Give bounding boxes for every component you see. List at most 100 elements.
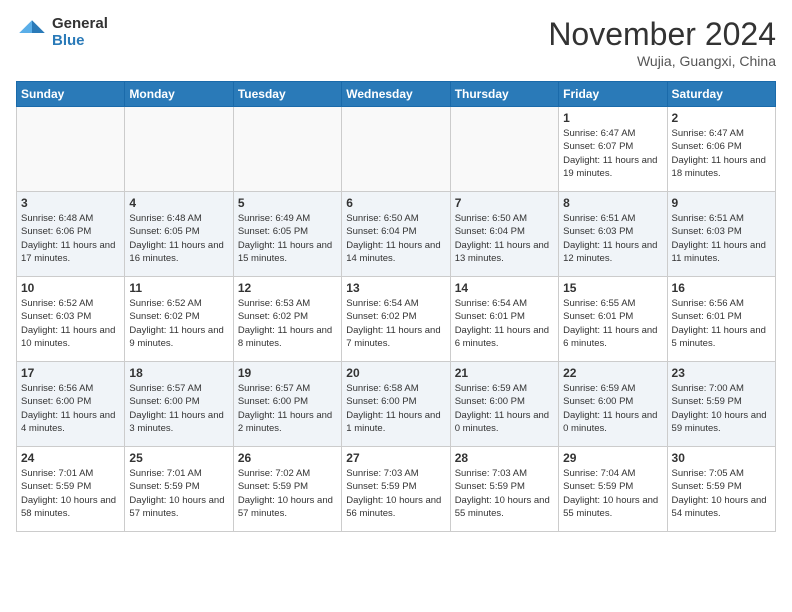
day-detail: Sunrise: 7:01 AM Sunset: 5:59 PM Dayligh… (21, 467, 120, 520)
calendar-cell: 29 Sunrise: 7:04 AM Sunset: 5:59 PM Dayli… (559, 447, 667, 532)
day-number: 25 (129, 451, 228, 465)
day-number: 19 (238, 366, 337, 380)
day-detail: Sunrise: 6:47 AM Sunset: 6:06 PM Dayligh… (672, 127, 771, 180)
day-number: 10 (21, 281, 120, 295)
day-detail: Sunrise: 6:48 AM Sunset: 6:06 PM Dayligh… (21, 212, 120, 265)
day-detail: Sunrise: 7:04 AM Sunset: 5:59 PM Dayligh… (563, 467, 662, 520)
day-number: 3 (21, 196, 120, 210)
day-number: 17 (21, 366, 120, 380)
day-detail: Sunrise: 6:57 AM Sunset: 6:00 PM Dayligh… (129, 382, 228, 435)
day-detail: Sunrise: 6:55 AM Sunset: 6:01 PM Dayligh… (563, 297, 662, 350)
calendar-cell: 5 Sunrise: 6:49 AM Sunset: 6:05 PM Daylig… (233, 192, 341, 277)
calendar-cell: 4 Sunrise: 6:48 AM Sunset: 6:05 PM Daylig… (125, 192, 233, 277)
day-detail: Sunrise: 6:56 AM Sunset: 6:00 PM Dayligh… (21, 382, 120, 435)
logo-icon (16, 17, 48, 49)
day-number: 30 (672, 451, 771, 465)
calendar-header-sunday: Sunday (17, 82, 125, 107)
day-detail: Sunrise: 6:51 AM Sunset: 6:03 PM Dayligh… (672, 212, 771, 265)
calendar-cell: 23 Sunrise: 7:00 AM Sunset: 5:59 PM Dayli… (667, 362, 775, 447)
calendar-cell: 30Sunrise: 7:05 AM Sunset: 5:59 PM Dayli… (667, 447, 775, 532)
day-detail: Sunrise: 7:03 AM Sunset: 5:59 PM Dayligh… (455, 467, 554, 520)
day-detail: Sunrise: 6:50 AM Sunset: 6:04 PM Dayligh… (346, 212, 445, 265)
page-header: General Blue November 2024 Wujia, Guangx… (16, 16, 776, 69)
calendar-table: SundayMondayTuesdayWednesdayThursdayFrid… (16, 81, 776, 532)
day-number: 8 (563, 196, 662, 210)
day-detail: Sunrise: 6:51 AM Sunset: 6:03 PM Dayligh… (563, 212, 662, 265)
calendar-cell: 18 Sunrise: 6:57 AM Sunset: 6:00 PM Dayli… (125, 362, 233, 447)
day-number: 18 (129, 366, 228, 380)
day-number: 11 (129, 281, 228, 295)
day-detail: Sunrise: 6:59 AM Sunset: 6:00 PM Dayligh… (455, 382, 554, 435)
day-detail: Sunrise: 6:53 AM Sunset: 6:02 PM Dayligh… (238, 297, 337, 350)
calendar-week-4: 17 Sunrise: 6:56 AM Sunset: 6:00 PM Dayli… (17, 362, 776, 447)
day-number: 16 (672, 281, 771, 295)
day-number: 4 (129, 196, 228, 210)
calendar-cell: 7Sunrise: 6:50 AM Sunset: 6:04 PM Daylig… (450, 192, 558, 277)
day-number: 28 (455, 451, 554, 465)
calendar-cell: 3 Sunrise: 6:48 AM Sunset: 6:06 PM Daylig… (17, 192, 125, 277)
calendar-cell: 16 Sunrise: 6:56 AM Sunset: 6:01 PM Dayli… (667, 277, 775, 362)
calendar-week-3: 10 Sunrise: 6:52 AM Sunset: 6:03 PM Dayli… (17, 277, 776, 362)
day-number: 20 (346, 366, 445, 380)
day-detail: Sunrise: 6:59 AM Sunset: 6:00 PM Dayligh… (563, 382, 662, 435)
day-detail: Sunrise: 7:02 AM Sunset: 5:59 PM Dayligh… (238, 467, 337, 520)
day-number: 14 (455, 281, 554, 295)
day-number: 5 (238, 196, 337, 210)
day-detail: Sunrise: 7:03 AM Sunset: 5:59 PM Dayligh… (346, 467, 445, 520)
month-title: November 2024 (548, 16, 776, 53)
calendar-cell: 8 Sunrise: 6:51 AM Sunset: 6:03 PM Daylig… (559, 192, 667, 277)
calendar-cell: 27 Sunrise: 7:03 AM Sunset: 5:59 PM Dayli… (342, 447, 450, 532)
calendar-cell: 21 Sunrise: 6:59 AM Sunset: 6:00 PM Dayli… (450, 362, 558, 447)
logo-text: General Blue (52, 16, 108, 49)
calendar-header-monday: Monday (125, 82, 233, 107)
calendar-week-1: 1 Sunrise: 6:47 AM Sunset: 6:07 PM Daylig… (17, 107, 776, 192)
calendar-cell: 24Sunrise: 7:01 AM Sunset: 5:59 PM Dayli… (17, 447, 125, 532)
day-detail: Sunrise: 7:00 AM Sunset: 5:59 PM Dayligh… (672, 382, 771, 435)
day-number: 1 (563, 111, 662, 125)
day-number: 9 (672, 196, 771, 210)
calendar-cell: 2Sunrise: 6:47 AM Sunset: 6:06 PM Daylig… (667, 107, 775, 192)
calendar-cell: 15 Sunrise: 6:55 AM Sunset: 6:01 PM Dayli… (559, 277, 667, 362)
calendar-cell: 25Sunrise: 7:01 AM Sunset: 5:59 PM Dayli… (125, 447, 233, 532)
calendar-header-tuesday: Tuesday (233, 82, 341, 107)
day-number: 15 (563, 281, 662, 295)
calendar-cell: 14Sunrise: 6:54 AM Sunset: 6:01 PM Dayli… (450, 277, 558, 362)
day-number: 26 (238, 451, 337, 465)
day-detail: Sunrise: 6:47 AM Sunset: 6:07 PM Dayligh… (563, 127, 662, 180)
calendar-cell: 9 Sunrise: 6:51 AM Sunset: 6:03 PM Daylig… (667, 192, 775, 277)
calendar-cell: 28 Sunrise: 7:03 AM Sunset: 5:59 PM Dayli… (450, 447, 558, 532)
calendar-cell (233, 107, 341, 192)
calendar-cell: 13 Sunrise: 6:54 AM Sunset: 6:02 PM Dayli… (342, 277, 450, 362)
day-number: 21 (455, 366, 554, 380)
calendar-cell: 10 Sunrise: 6:52 AM Sunset: 6:03 PM Dayli… (17, 277, 125, 362)
calendar-cell: 17 Sunrise: 6:56 AM Sunset: 6:00 PM Dayli… (17, 362, 125, 447)
day-detail: Sunrise: 6:49 AM Sunset: 6:05 PM Dayligh… (238, 212, 337, 265)
calendar-cell (342, 107, 450, 192)
calendar-cell: 1 Sunrise: 6:47 AM Sunset: 6:07 PM Daylig… (559, 107, 667, 192)
day-number: 6 (346, 196, 445, 210)
day-number: 23 (672, 366, 771, 380)
day-number: 27 (346, 451, 445, 465)
day-detail: Sunrise: 6:48 AM Sunset: 6:05 PM Dayligh… (129, 212, 228, 265)
day-detail: Sunrise: 6:57 AM Sunset: 6:00 PM Dayligh… (238, 382, 337, 435)
day-number: 13 (346, 281, 445, 295)
location: Wujia, Guangxi, China (548, 53, 776, 69)
calendar-cell (125, 107, 233, 192)
day-number: 29 (563, 451, 662, 465)
day-detail: Sunrise: 6:52 AM Sunset: 6:03 PM Dayligh… (21, 297, 120, 350)
day-detail: Sunrise: 6:54 AM Sunset: 6:02 PM Dayligh… (346, 297, 445, 350)
logo: General Blue (16, 16, 108, 49)
calendar-cell: 22Sunrise: 6:59 AM Sunset: 6:00 PM Dayli… (559, 362, 667, 447)
logo-blue: Blue (52, 33, 108, 50)
calendar-cell: 12Sunrise: 6:53 AM Sunset: 6:02 PM Dayli… (233, 277, 341, 362)
calendar-header-friday: Friday (559, 82, 667, 107)
calendar-cell: 11Sunrise: 6:52 AM Sunset: 6:02 PM Dayli… (125, 277, 233, 362)
day-detail: Sunrise: 6:58 AM Sunset: 6:00 PM Dayligh… (346, 382, 445, 435)
calendar-cell: 26 Sunrise: 7:02 AM Sunset: 5:59 PM Dayli… (233, 447, 341, 532)
day-detail: Sunrise: 6:56 AM Sunset: 6:01 PM Dayligh… (672, 297, 771, 350)
calendar-cell: 6 Sunrise: 6:50 AM Sunset: 6:04 PM Daylig… (342, 192, 450, 277)
calendar-cell (17, 107, 125, 192)
calendar-week-5: 24Sunrise: 7:01 AM Sunset: 5:59 PM Dayli… (17, 447, 776, 532)
calendar-header-wednesday: Wednesday (342, 82, 450, 107)
calendar-week-2: 3 Sunrise: 6:48 AM Sunset: 6:06 PM Daylig… (17, 192, 776, 277)
